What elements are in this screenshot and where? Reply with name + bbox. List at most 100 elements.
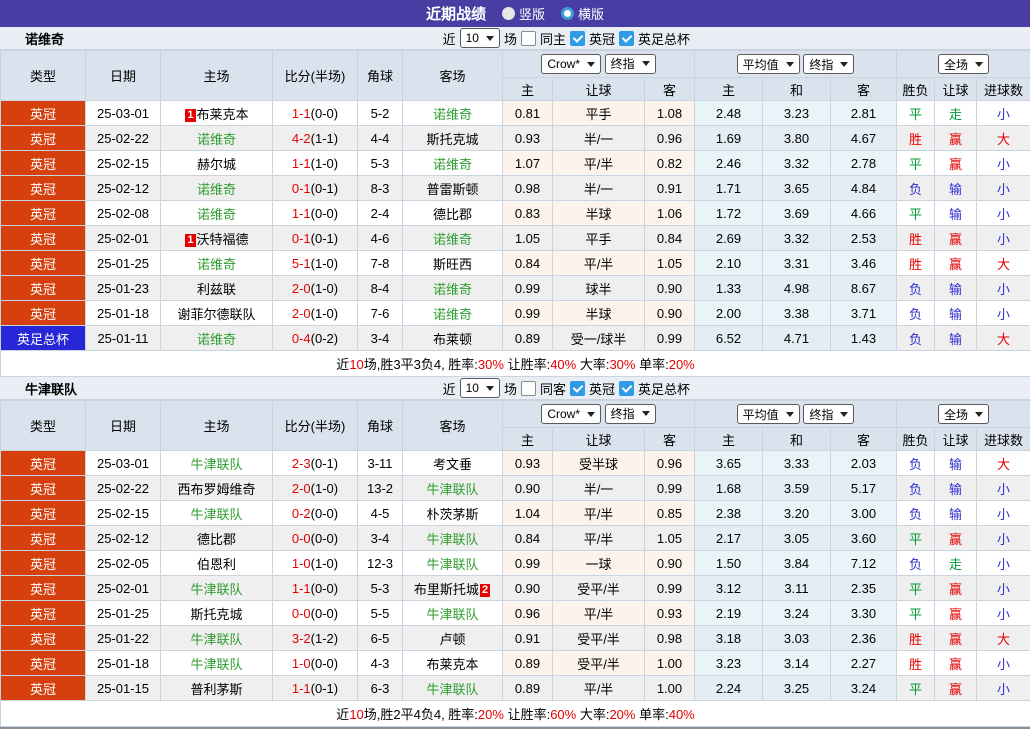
home-team-link[interactable]: 利兹联 bbox=[197, 282, 236, 297]
scope-select[interactable]: 全场 bbox=[938, 54, 990, 74]
result-cell: 小 bbox=[976, 475, 1030, 501]
horizontal-layout-label[interactable]: 横版 bbox=[578, 4, 604, 23]
date-cell: 25-02-01 bbox=[85, 225, 161, 251]
handicap-odds-cell: 受平/半 bbox=[552, 625, 645, 651]
league-cell: 英冠 bbox=[0, 675, 86, 701]
avg-final-select[interactable]: 终指 bbox=[803, 404, 855, 424]
horizontal-layout-radio[interactable]: 横版 bbox=[561, 4, 604, 23]
table-row: 英冠 25-03-01 1 布莱克本 1-1(0-0) 5-2 诺维奇 0.81 平手 1.08 2… bbox=[0, 100, 1030, 126]
radio-selected-icon[interactable] bbox=[501, 7, 515, 20]
league-facup-label[interactable]: 英足总杯 bbox=[638, 379, 690, 398]
result-cell: 负 bbox=[896, 450, 936, 476]
home-team-link[interactable]: 伯恩利 bbox=[197, 557, 236, 572]
score-cell: 0-2(0-0) bbox=[272, 500, 358, 526]
home-team-link[interactable]: 谢菲尔德联队 bbox=[177, 307, 255, 322]
away-team-link[interactable]: 牛津联队 bbox=[426, 607, 478, 622]
home-team-link[interactable]: 诺维奇 bbox=[197, 257, 236, 272]
away-team-link[interactable]: 诺维奇 bbox=[433, 282, 472, 297]
away-team-link[interactable]: 牛津联队 bbox=[426, 682, 478, 697]
away-team-link[interactable]: 德比郡 bbox=[433, 207, 472, 222]
handicap-odds-cell: 0.93 bbox=[644, 600, 695, 626]
summary-row: 近10场,胜3平3负4, 胜率:30% 让胜率:40% 大率:30% 单率:20… bbox=[0, 350, 1030, 377]
home-team-link[interactable]: 赫尔城 bbox=[197, 157, 236, 172]
odds-source-select[interactable]: Crow* bbox=[541, 404, 602, 425]
league-championship-label[interactable]: 英冠 bbox=[589, 29, 615, 48]
odds-final-select[interactable]: 终指 bbox=[604, 403, 656, 424]
games-count-select[interactable]: 10 bbox=[459, 28, 500, 48]
same-venue-label[interactable]: 同主 bbox=[540, 29, 566, 48]
home-team-link[interactable]: 牛津联队 bbox=[190, 507, 242, 522]
league-facup-checkbox[interactable] bbox=[618, 380, 634, 396]
chevron-down-icon bbox=[840, 411, 849, 417]
away-team-link[interactable]: 布里斯托城 bbox=[414, 582, 479, 597]
result-cell: 小 bbox=[976, 300, 1030, 326]
home-team-link[interactable]: 诺维奇 bbox=[197, 182, 236, 197]
home-team-link[interactable]: 德比郡 bbox=[197, 532, 236, 547]
home-team-link[interactable]: 诺维奇 bbox=[197, 332, 236, 347]
away-team-link[interactable]: 斯托克城 bbox=[426, 132, 478, 147]
away-team-link[interactable]: 朴茨茅斯 bbox=[426, 507, 478, 522]
home-team-link[interactable]: 牛津联队 bbox=[190, 582, 242, 597]
away-team-link[interactable]: 布莱克本 bbox=[426, 657, 478, 672]
away-team-link[interactable]: 普雷斯顿 bbox=[426, 182, 478, 197]
league-championship-checkbox[interactable] bbox=[569, 30, 585, 46]
avg-source-select[interactable]: 平均值 bbox=[736, 54, 800, 74]
fulltime-score: 0-0 bbox=[291, 530, 311, 546]
handicap-odds-cell: 0.90 bbox=[644, 275, 695, 301]
vertical-layout-label[interactable]: 竖版 bbox=[519, 4, 545, 23]
avg-source-select[interactable]: 平均值 bbox=[736, 404, 800, 424]
score-cell: 2-0(1-0) bbox=[272, 300, 358, 326]
score-cell: 1-0(1-0) bbox=[272, 550, 358, 576]
away-team-link[interactable]: 牛津联队 bbox=[426, 482, 478, 497]
date-cell: 25-02-01 bbox=[85, 575, 161, 601]
league-facup-label[interactable]: 英足总杯 bbox=[638, 29, 690, 48]
handicap-odds-cell: 平/半 bbox=[552, 250, 645, 276]
away-team-link[interactable]: 诺维奇 bbox=[433, 107, 472, 122]
games-count-select[interactable]: 10 bbox=[459, 378, 500, 398]
same-venue-checkbox[interactable] bbox=[520, 30, 536, 46]
home-team-link[interactable]: 诺维奇 bbox=[197, 207, 236, 222]
away-team-link[interactable]: 考文垂 bbox=[433, 457, 472, 472]
away-team-link[interactable]: 斯旺西 bbox=[433, 257, 472, 272]
avg-odds-cell: 3.23 bbox=[694, 650, 763, 676]
radio-unselected-icon[interactable] bbox=[561, 7, 574, 20]
home-team-link[interactable]: 斯托克城 bbox=[190, 607, 242, 622]
avg-odds-cell: 3.24 bbox=[829, 675, 898, 701]
away-team-link[interactable]: 牛津联队 bbox=[426, 557, 478, 572]
league-championship-label[interactable]: 英冠 bbox=[589, 379, 615, 398]
home-team-link[interactable]: 沃特福德 bbox=[197, 232, 249, 247]
home-team-link[interactable]: 牛津联队 bbox=[190, 457, 242, 472]
league-championship-checkbox[interactable] bbox=[569, 380, 585, 396]
home-team-link[interactable]: 普利茅斯 bbox=[190, 682, 242, 697]
halftime-score: (1-0) bbox=[310, 255, 339, 271]
away-team-link[interactable]: 卢顿 bbox=[439, 632, 465, 647]
home-team-link[interactable]: 西布罗姆维奇 bbox=[177, 482, 255, 497]
same-venue-label[interactable]: 同客 bbox=[540, 379, 566, 398]
away-cell: 布里斯托城 2 bbox=[402, 575, 503, 601]
league-facup-checkbox[interactable] bbox=[618, 30, 634, 46]
away-team-link[interactable]: 布莱顿 bbox=[433, 332, 472, 347]
col-odds-handicap: 让球 bbox=[552, 77, 645, 101]
same-venue-checkbox[interactable] bbox=[520, 380, 536, 396]
table-row: 英冠 25-02-01 牛津联队 1-1(0-0) 5-3 布里斯托城 2 0.90 受平/半 0… bbox=[0, 575, 1030, 601]
home-team-link[interactable]: 牛津联队 bbox=[190, 632, 242, 647]
home-team-link[interactable]: 布莱克本 bbox=[197, 107, 249, 122]
odds-final-select[interactable]: 终指 bbox=[604, 53, 656, 74]
odds-source-select[interactable]: Crow* bbox=[541, 54, 602, 75]
halftime-score: (0-0) bbox=[310, 605, 339, 621]
handicap-odds-cell: 0.85 bbox=[644, 500, 695, 526]
vertical-layout-radio[interactable]: 竖版 bbox=[501, 4, 545, 23]
away-team-link[interactable]: 诺维奇 bbox=[433, 232, 472, 247]
team-name[interactable]: 牛津联队 bbox=[0, 379, 77, 398]
avg-odds-cell: 2.24 bbox=[694, 675, 763, 701]
team-name[interactable]: 诺维奇 bbox=[0, 29, 64, 48]
avg-final-select[interactable]: 终指 bbox=[803, 54, 855, 74]
away-team-link[interactable]: 诺维奇 bbox=[433, 157, 472, 172]
home-team-link[interactable]: 诺维奇 bbox=[197, 132, 236, 147]
away-team-link[interactable]: 牛津联队 bbox=[426, 532, 478, 547]
away-team-link[interactable]: 诺维奇 bbox=[433, 307, 472, 322]
home-team-link[interactable]: 牛津联队 bbox=[190, 657, 242, 672]
scope-select[interactable]: 全场 bbox=[938, 404, 990, 424]
home-cell: 普利茅斯 bbox=[160, 675, 273, 701]
away-cell: 牛津联队 bbox=[402, 600, 503, 626]
